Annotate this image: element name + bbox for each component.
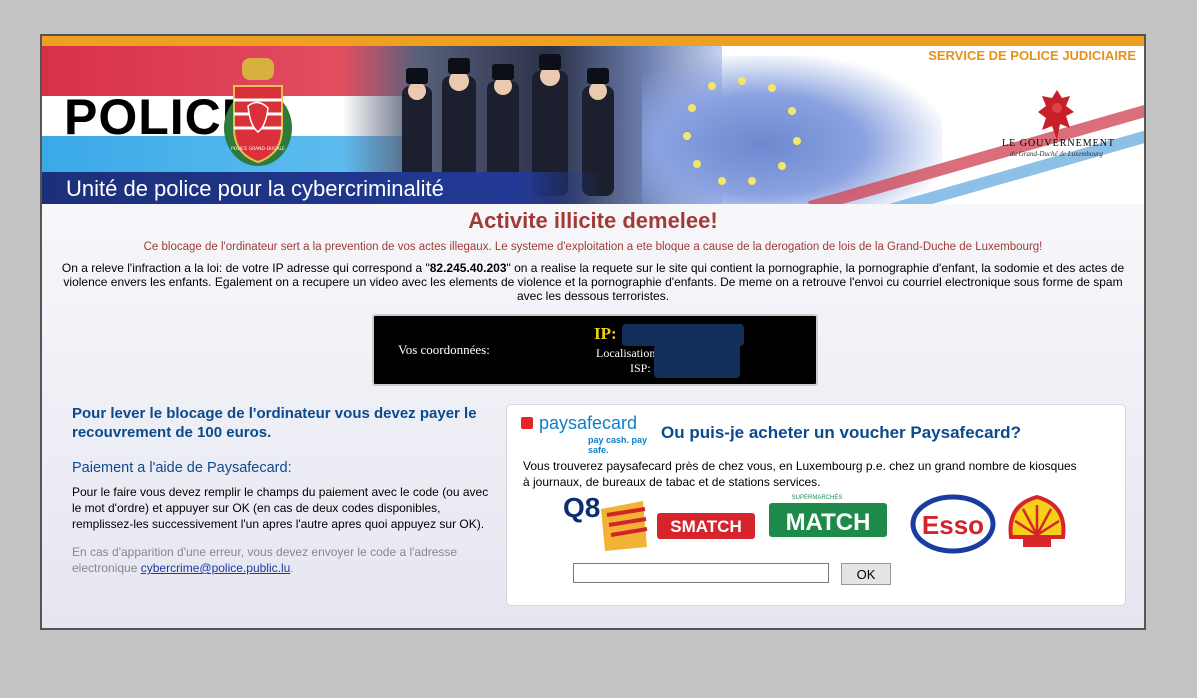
q8-text: Q8 [563, 492, 600, 523]
alert-body: On a releve l'infraction a la loi: de vo… [60, 261, 1126, 303]
redaction-block [654, 344, 740, 378]
match-text: MATCH [786, 509, 871, 536]
paysafecard-panel: paysafecard pay cash. pay safe. Ou puis-… [506, 404, 1126, 606]
redaction-block [622, 324, 744, 346]
esso-text: Esso [922, 510, 984, 540]
coordinates-box: Vos coordonnées: IP: Localisation ISP: [372, 314, 818, 386]
alert-title: Activite illicite demelee! [468, 208, 718, 233]
payment-instructions-text: Pour le faire vous devez remplir le cham… [72, 485, 489, 531]
where-to-buy-text: Vous trouverez paysafecard près de chez … [523, 459, 1077, 489]
ip-label: IP: [594, 324, 617, 343]
crest-caption: POLICE GRAND-DUCALE [231, 146, 285, 152]
paysafecard-logo-text: paysafecard [539, 413, 638, 433]
alert-subtitle: Ce blocage de l'ordinateur sert a la pre… [143, 241, 1043, 253]
government-title: LE GOUVERNEMENT [1002, 138, 1116, 149]
location-label: Localisation [596, 346, 656, 360]
payment-method: Paiement a l'aide de Paysafecard: [72, 460, 292, 476]
lock-icon [521, 417, 533, 429]
match-logo-icon: SUPERMARCHÉS MATCH [769, 494, 887, 537]
isp-label: ISP: [630, 361, 651, 375]
error-end: . [290, 561, 294, 575]
payment-instructions: Pour lever le blocage de l'ordinateur vo… [72, 404, 492, 576]
unit-title: Unité de police pour la cybercriminalité [66, 176, 444, 201]
paysafecard-tagline: pay cash. pay safe. [588, 435, 648, 455]
smatch-text: SMATCH [670, 517, 741, 536]
lion-emblem-icon [1038, 90, 1074, 140]
email-link[interactable]: cybercrime@police.public.lu [141, 561, 291, 575]
store-logos: Q8 SMATCH SUPERMARCHÉS MATCH Esso [563, 492, 1066, 554]
government-subtitle: du Grand-Duché de Luxembourg [1010, 150, 1103, 158]
police-crest-icon: POLICE GRAND-DUCALE [224, 58, 292, 166]
ransom-window: POLICE POLICE GRAND-DUCALE Unité de poli… [40, 34, 1146, 630]
smatch-logo-icon: SMATCH [657, 513, 755, 539]
payment-heading: Pour lever le blocage de l'ordinateur vo… [72, 405, 477, 441]
shell-logo-icon [1008, 494, 1066, 547]
alert-ip-address: 82.245.40.203 [429, 261, 507, 275]
voucher-code-input[interactable] [573, 563, 829, 583]
match-small-text: SUPERMARCHÉS [792, 494, 843, 501]
police-banner: POLICE POLICE GRAND-DUCALE Unité de poli… [42, 46, 1144, 204]
esso-logo-icon: Esso [910, 494, 996, 554]
alert-body-start: On a releve l'infraction a la loi: de vo… [61, 261, 430, 275]
error-note: En cas d'apparition d'une erreur, vous d… [72, 544, 492, 576]
paysafecard-logo: paysafecard pay cash. pay safe. [521, 413, 661, 455]
top-accent-bar [42, 36, 1144, 46]
service-title: SERVICE DE POLICE JUDICIAIRE [928, 48, 1136, 63]
where-to-buy-title: Ou puis-je acheter un voucher Paysafecar… [661, 423, 1021, 442]
coordinates-label: Vos coordonnées: [398, 342, 490, 357]
q8-logo-icon: Q8 [563, 492, 648, 551]
ok-button[interactable]: OK [841, 563, 891, 585]
